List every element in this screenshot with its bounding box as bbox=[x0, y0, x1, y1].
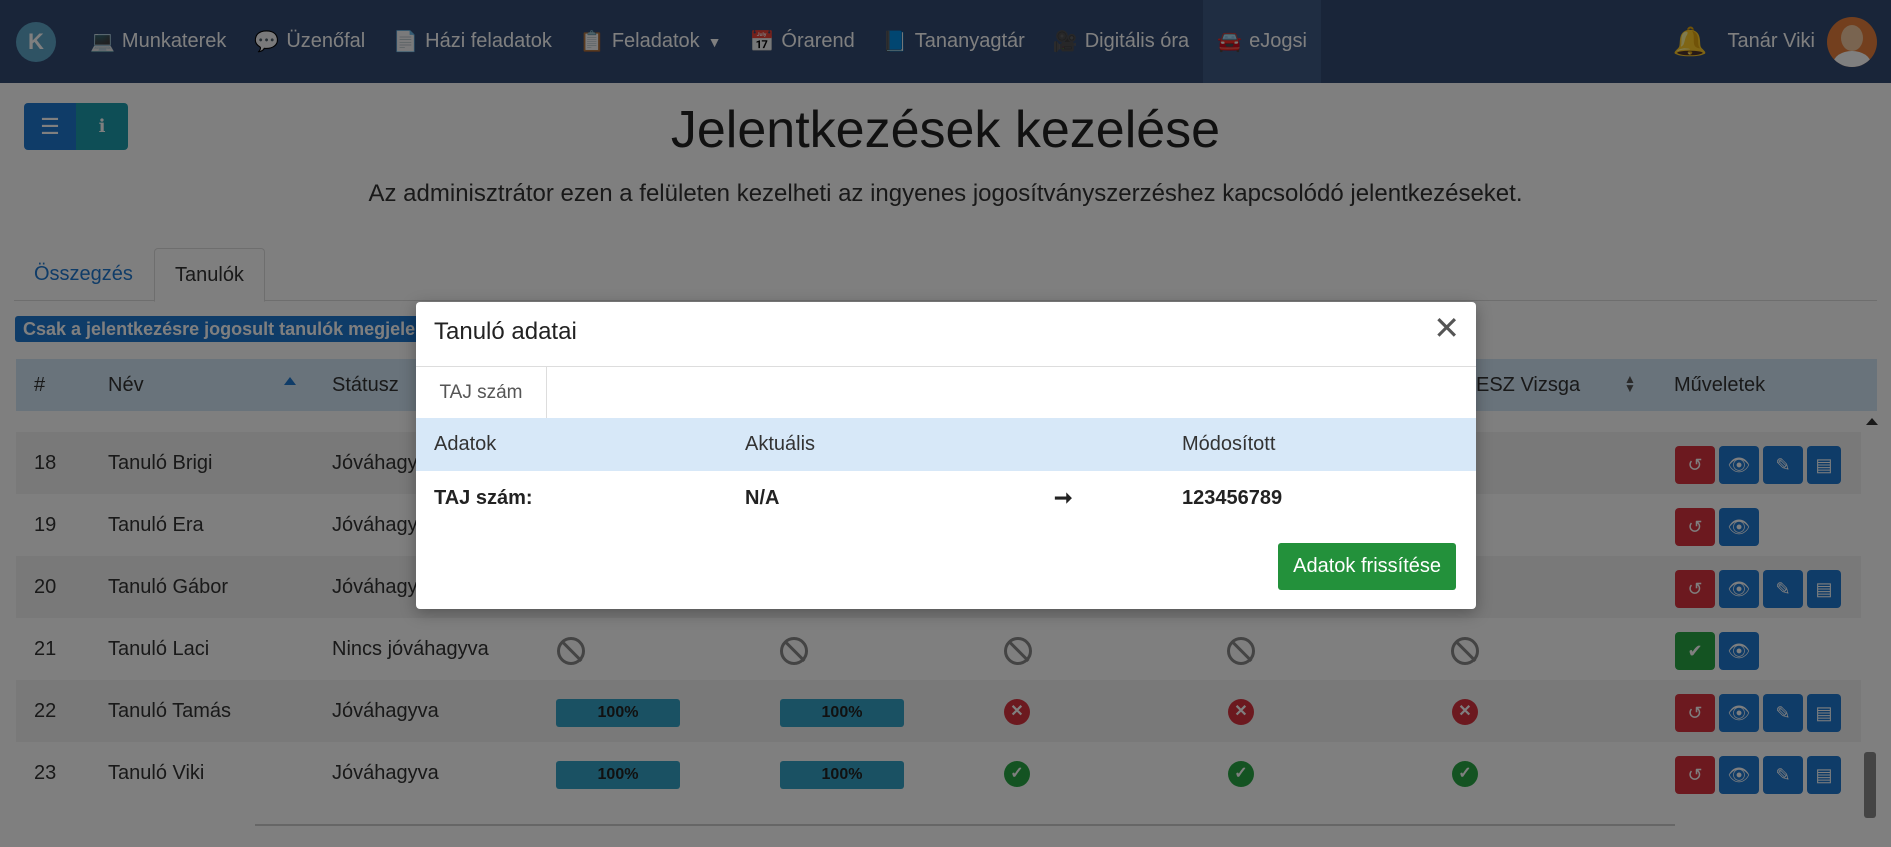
tab-taj-szam[interactable]: TAJ szám bbox=[416, 367, 547, 418]
update-data-button[interactable]: Adatok frissítése bbox=[1278, 543, 1456, 590]
arrow-right-icon: ➞ bbox=[1054, 485, 1073, 510]
modal-title: Tanuló adatai bbox=[434, 318, 577, 345]
current-value: N/A bbox=[745, 487, 780, 509]
field-label: TAJ szám: bbox=[434, 487, 533, 509]
close-icon[interactable]: ✕ bbox=[1433, 312, 1460, 344]
column-header-modified: Módosított bbox=[1182, 433, 1276, 455]
divider bbox=[416, 366, 1476, 367]
column-header-data: Adatok bbox=[434, 433, 497, 455]
modified-value: 123456789 bbox=[1182, 487, 1283, 509]
student-data-modal: Tanuló adatai ✕ TAJ szám Adatok Aktuális… bbox=[416, 302, 1476, 609]
modal-table-header: Adatok Aktuális Módosított bbox=[416, 418, 1476, 471]
column-header-current: Aktuális bbox=[745, 433, 816, 455]
modal-table-row: TAJ szám: N/A ➞ 123456789 bbox=[416, 471, 1476, 525]
